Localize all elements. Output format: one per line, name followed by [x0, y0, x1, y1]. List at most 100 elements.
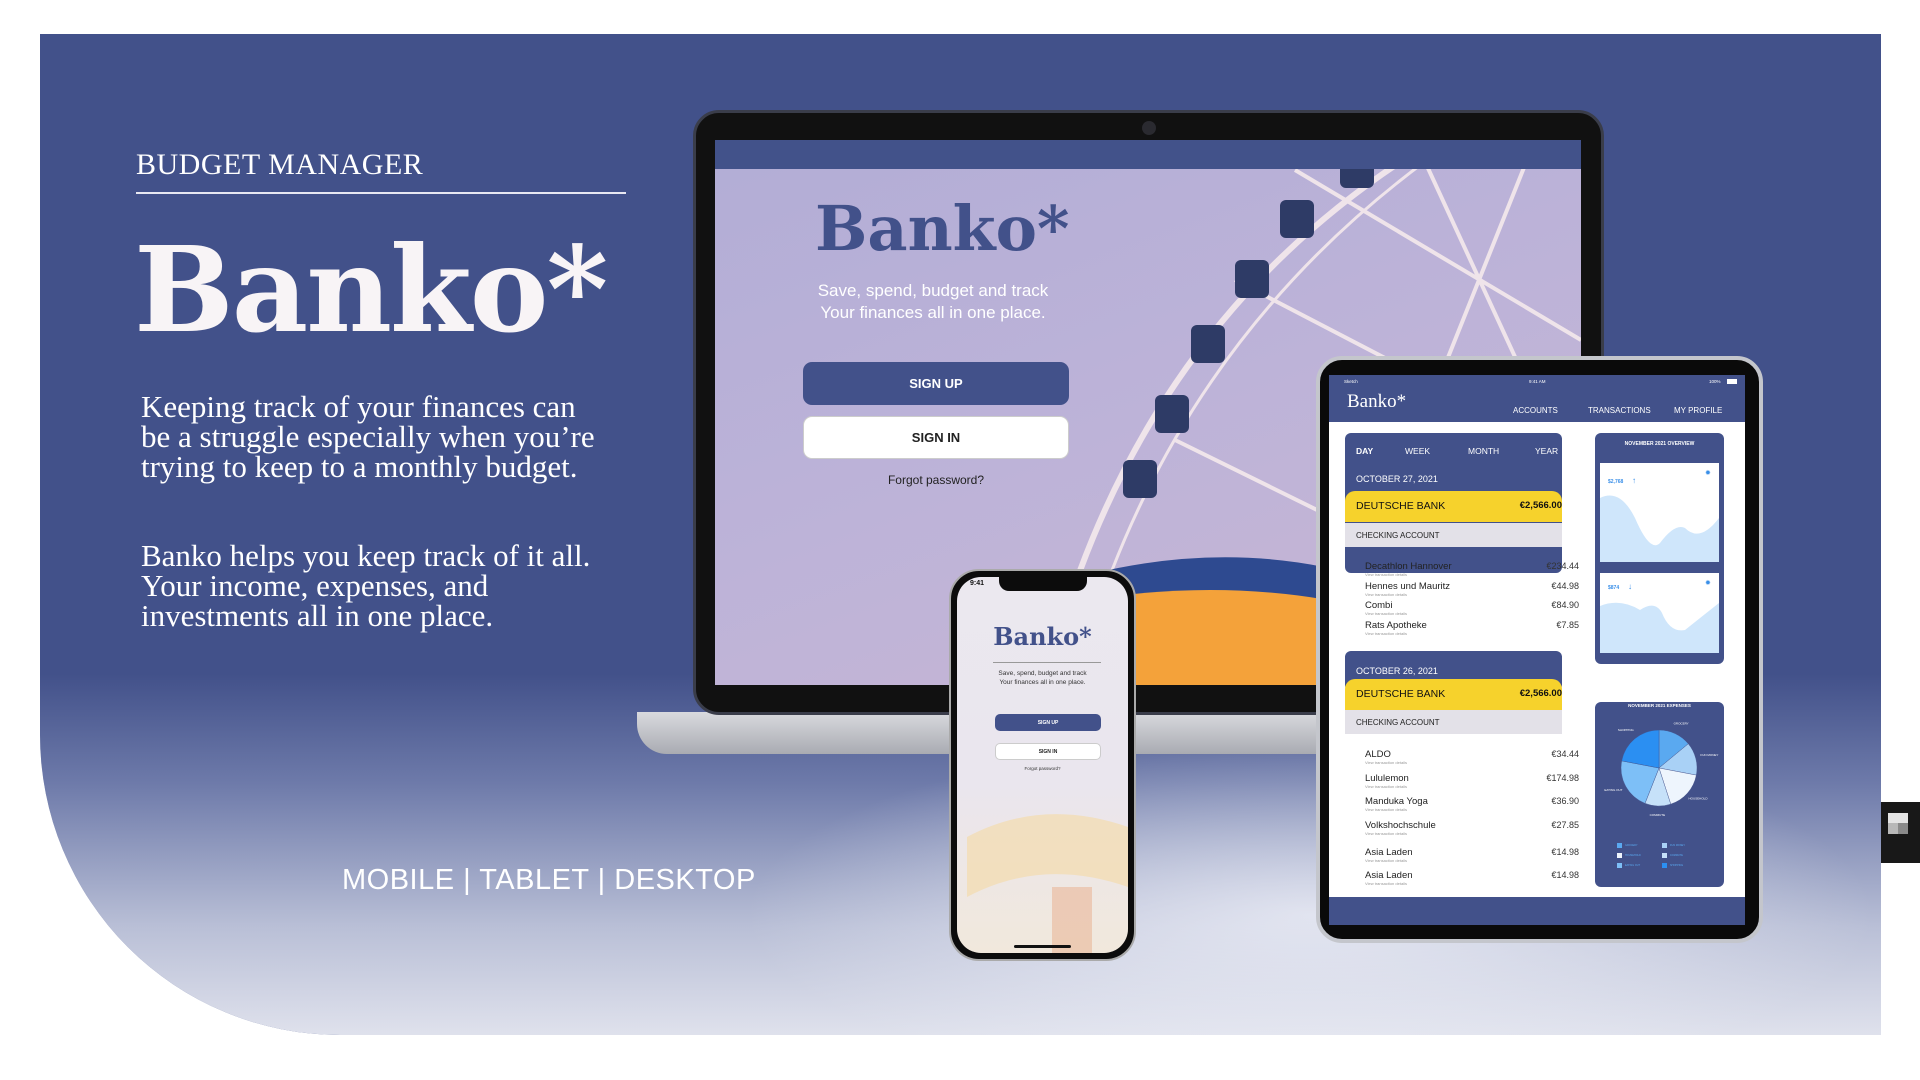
pie-label: FUN MONEY: [1700, 753, 1718, 757]
transaction-amount: €34.44: [1551, 749, 1579, 759]
transaction-name: ALDO: [1365, 749, 1391, 760]
transaction-name: Lululemon: [1365, 773, 1409, 784]
arrow-up-icon: ↑: [1632, 476, 1636, 485]
transaction-details-link[interactable]: View transaction details: [1365, 858, 1407, 863]
transaction-name: Asia Laden: [1365, 870, 1413, 881]
intro-paragraph: Keeping track of your finances can be a …: [141, 389, 595, 484]
legend-label: COMMUTE: [1670, 853, 1683, 857]
expenses-panel: NOVEMBER 2021 EXPENSES GROCERY FUN MONEY H…: [1595, 702, 1724, 887]
legend-item: FUN MONEY: [1662, 842, 1685, 848]
transaction-row[interactable]: Rats Apotheke View transaction details €7.…: [1329, 620, 1579, 640]
kicker-title: BUDGET MANAGER: [136, 148, 424, 181]
phone-time: 9:41: [970, 580, 985, 587]
transaction-name: Combi: [1365, 600, 1393, 611]
tablet-screen: Sketch 9:41 AM 100% Banko* ACCOUNTS TRAN…: [1329, 375, 1745, 925]
layout-icon-right: [1898, 823, 1908, 834]
legend-item: EATING OUT: [1617, 862, 1640, 868]
spend-chart: $874 ↓ ✹: [1600, 573, 1719, 653]
transaction-row[interactable]: Hennes und Mauritz View transaction detai…: [1329, 581, 1579, 601]
transaction-row[interactable]: Lululemon View transaction details €174.98: [1329, 773, 1579, 793]
nav-transactions[interactable]: TRANSACTIONS: [1588, 406, 1651, 415]
income-value: $2,768: [1608, 479, 1624, 485]
home-indicator: [1014, 945, 1071, 948]
phone-forgot-link[interactable]: Forgot password?: [957, 766, 1128, 771]
transaction-amount: €14.98: [1551, 847, 1579, 857]
phone-tagline-1: Save, spend, budget and track: [998, 670, 1087, 677]
spend-value: $874: [1608, 585, 1620, 591]
legend-item: COMMUTE: [1662, 852, 1683, 858]
legend-swatch: [1662, 862, 1667, 868]
nav-accounts[interactable]: ACCOUNTS: [1513, 406, 1558, 415]
app-brand: Banko*: [1347, 391, 1407, 412]
login-brand: Banko*: [815, 192, 1070, 265]
bank-name: DEUTSCHE BANK: [1356, 688, 1446, 700]
transaction-row[interactable]: ALDO View transaction details €34.44: [1329, 749, 1579, 769]
layout-icon-top: [1888, 813, 1908, 823]
pie-legend: GROCERY FUN MONEY HOUSEHOLD COMMUTE EATING O…: [1617, 842, 1717, 872]
login-tagline: Save, spend, budget and track Your finan…: [775, 280, 1091, 324]
legend-swatch: [1662, 852, 1667, 858]
divider: [136, 192, 626, 194]
tagline-line-2: Your finances all in one place.: [820, 303, 1046, 322]
pie-label: EATING OUT: [1604, 788, 1622, 792]
transaction-details-link[interactable]: View transaction details: [1365, 807, 1407, 812]
transaction-row[interactable]: Asia Laden View transaction details €14.98: [1329, 870, 1579, 890]
app-header: Sketch 9:41 AM 100% Banko* ACCOUNTS TRAN…: [1329, 375, 1745, 422]
status-time: 9:41 AM: [1529, 379, 1546, 384]
transaction-details-link[interactable]: View transaction details: [1365, 831, 1407, 836]
tab-week[interactable]: WEEK: [1405, 446, 1430, 456]
tablet-mockup: Sketch 9:41 AM 100% Banko* ACCOUNTS TRAN…: [1316, 356, 1763, 943]
expenses-pie-chart: GROCERY FUN MONEY HOUSEHOLD COMMUTE EATING O…: [1604, 722, 1718, 817]
legend-label: SHOPPING: [1670, 863, 1684, 867]
transaction-row[interactable]: Decathlon Hannover View transaction detai…: [1329, 561, 1579, 581]
legend-item: SHOPPING: [1662, 862, 1683, 868]
transaction-details-link[interactable]: View transaction details: [1365, 760, 1407, 765]
transaction-row[interactable]: Asia Laden View transaction details €14.98: [1329, 847, 1579, 867]
sign-in-button[interactable]: SIGN IN: [803, 416, 1069, 459]
transaction-row[interactable]: Volkshochschule View transaction details €…: [1329, 820, 1579, 840]
tab-year[interactable]: YEAR: [1535, 446, 1558, 456]
tab-month[interactable]: MONTH: [1468, 446, 1499, 456]
transaction-name: Hennes und Mauritz: [1365, 581, 1451, 592]
pie-label: HOUSEHOLD: [1688, 797, 1708, 801]
legend-swatch: [1617, 842, 1622, 848]
phone-sign-in-button[interactable]: SIGN IN: [995, 743, 1101, 760]
app-footer: [1329, 897, 1745, 925]
transaction-details-link[interactable]: View transaction details: [1365, 611, 1407, 616]
transaction-row[interactable]: Manduka Yoga View transaction details €36.…: [1329, 796, 1579, 816]
gear-icon[interactable]: ✹: [1705, 469, 1711, 477]
bank-row[interactable]: DEUTSCHE BANK €2,566.00: [1345, 491, 1562, 522]
legend-label: FUN MONEY: [1670, 843, 1685, 847]
income-area: [1600, 495, 1719, 562]
forgot-password-link[interactable]: Forgot password?: [803, 473, 1069, 487]
transaction-details-link[interactable]: View transaction details: [1365, 631, 1407, 636]
account-type: CHECKING ACCOUNT: [1345, 710, 1562, 734]
tab-day[interactable]: DAY: [1356, 446, 1373, 456]
phone-divider: [993, 662, 1101, 663]
status-carrier: Sketch: [1344, 379, 1358, 384]
transaction-details-link[interactable]: View transaction details: [1365, 881, 1407, 886]
bank-balance: €2,566.00: [1519, 688, 1562, 699]
transaction-amount: €174.98: [1546, 773, 1579, 783]
camera-icon: [1142, 121, 1156, 135]
transaction-amount: €44.98: [1551, 581, 1579, 591]
transaction-amount: €14.98: [1551, 870, 1579, 880]
nav-my-profile[interactable]: MY PROFILE: [1674, 406, 1722, 415]
browser-bar: [715, 140, 1581, 169]
gear-icon[interactable]: ✹: [1705, 579, 1711, 587]
description-paragraph: Banko helps you keep track of it all. Yo…: [141, 538, 591, 633]
sign-up-button[interactable]: SIGN UP: [803, 362, 1069, 405]
phone-sign-up-button[interactable]: SIGN UP: [995, 714, 1101, 731]
bank-row[interactable]: DEUTSCHE BANK €2,566.00: [1345, 679, 1562, 710]
transaction-row[interactable]: Combi View transaction details €84.90: [1329, 600, 1579, 620]
transaction-details-link[interactable]: View transaction details: [1365, 572, 1407, 577]
transaction-amount: €36.90: [1551, 796, 1579, 806]
overview-title: NOVEMBER 2021 OVERVIEW: [1624, 441, 1695, 447]
phone-notch: [999, 577, 1087, 591]
transaction-details-link[interactable]: View transaction details: [1365, 592, 1407, 597]
layout-toggle-button[interactable]: [1881, 802, 1920, 863]
platforms-caption: MOBILE | TABLET | DESKTOP: [342, 864, 756, 896]
expenses-title: NOVEMBER 2021 EXPENSES: [1628, 703, 1691, 708]
transaction-details-link[interactable]: View transaction details: [1365, 784, 1407, 789]
pie-label: GROCERY: [1674, 722, 1689, 726]
